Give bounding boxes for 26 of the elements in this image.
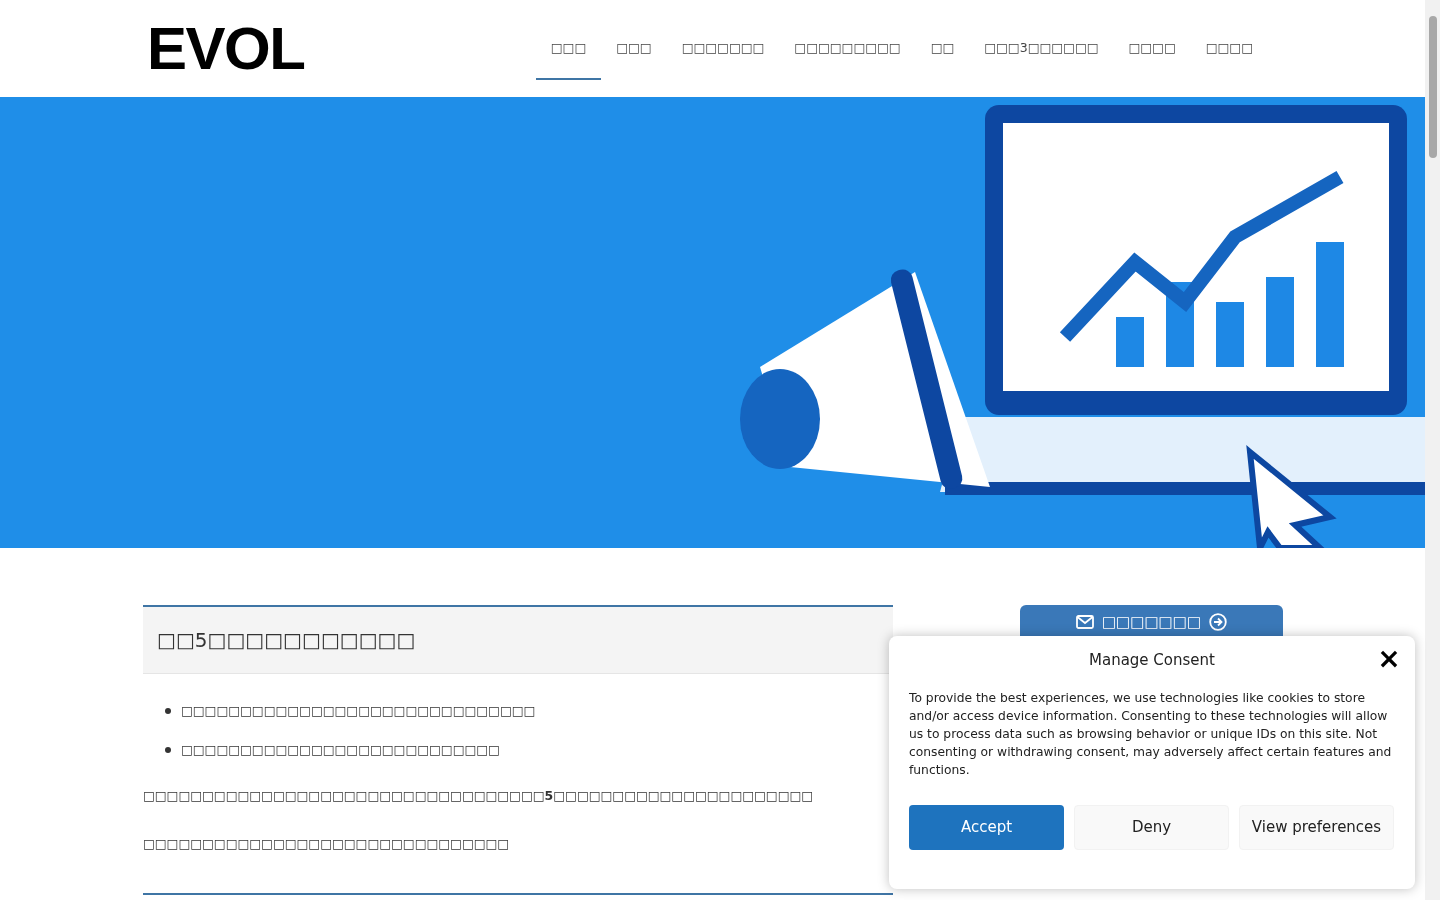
list-item: □□□□□□□□□□□□□□□□□□□□□□□□□□□ <box>181 741 500 759</box>
accept-button[interactable]: Accept <box>909 805 1064 850</box>
paragraph: □□□□□□□□□□□□□□□□□□□□□□□□□□□□□□□ <box>143 835 511 853</box>
nav-link[interactable]: □□□□ <box>1190 18 1268 80</box>
consent-button[interactable]: Deny <box>1074 805 1229 850</box>
mail-icon <box>1075 615 1094 629</box>
nav-link[interactable]: □□□□□□□□□ <box>779 18 916 80</box>
contact-button[interactable]: □□□□□□□ <box>1020 605 1283 639</box>
site-logo[interactable]: EVOL <box>147 18 305 79</box>
dialog-title: Manage Consent <box>1089 649 1215 671</box>
section-heading: □□5□□□□□□□□□□□ <box>143 605 893 674</box>
arrow-circle-icon <box>1209 613 1228 631</box>
scrollbar-thumb[interactable] <box>1428 16 1437 158</box>
close-button[interactable]: × <box>1377 646 1401 672</box>
bullet-icon <box>165 708 171 714</box>
consent-button[interactable]: View preferences <box>1239 805 1394 850</box>
bullet-icon <box>165 747 171 753</box>
nav-link[interactable]: □□ <box>915 18 970 80</box>
nav-link[interactable]: □□□□□□□ <box>666 18 780 80</box>
nav-link[interactable]: □□□□ <box>1113 18 1191 80</box>
list-item: □□□□□□□□□□□□□□□□□□□□□□□□□□□□□□ <box>181 702 536 720</box>
consent-text: To provide the best experiences, we use technologies like cookies to store and/or access device information. Consenting to these technologies will allow us to process data such as browsing behavior or unique IDs on this site. Not consenting or withdrawing consent, may adversely affect certain features and functions. <box>909 690 1393 779</box>
nav-link[interactable]: □□□ <box>601 18 667 80</box>
nav-link[interactable]: □□□ <box>535 18 602 80</box>
paragraph: □□□□□□□□□□□□□□□□□□□□□□□□□□□□□□□□□□5□□□□□□□□□□□□□□□□□□□□□□ <box>143 787 815 805</box>
nav-link[interactable]: □□□3□□□□□□ <box>969 18 1114 80</box>
